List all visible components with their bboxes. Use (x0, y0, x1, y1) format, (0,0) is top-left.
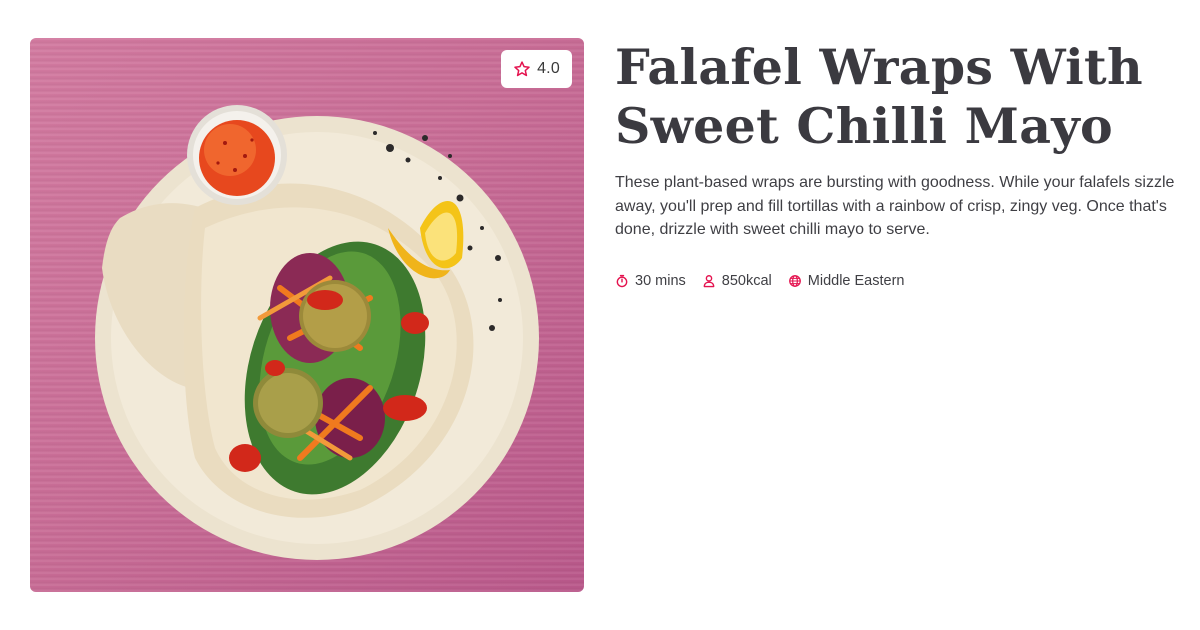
meta-calories-label: 850kcal (721, 273, 772, 289)
recipe-image (30, 38, 584, 592)
person-icon (703, 275, 715, 288)
rating-value: 4.0 (537, 60, 560, 77)
recipe-description: These plant-based wraps are bursting wit… (615, 174, 1175, 238)
timer-icon (616, 274, 628, 288)
meta-time: 30 mins (615, 273, 686, 289)
meta-cuisine: Middle Eastern (788, 273, 905, 289)
recipe-title: Falafel Wraps With Sweet Chilli Mayo (615, 38, 1143, 155)
meta-calories: 850kcal (702, 273, 772, 289)
meta-time-label: 30 mins (635, 273, 686, 289)
food-photo-illustration (95, 105, 539, 560)
rating-badge[interactable]: 4.0 (501, 50, 572, 88)
meta-cuisine-label: Middle Eastern (807, 273, 905, 289)
globe-icon (788, 275, 801, 287)
recipe-meta: 30 mins 850kcal Middle Eastern (615, 273, 904, 289)
star-outline-icon (514, 61, 530, 77)
